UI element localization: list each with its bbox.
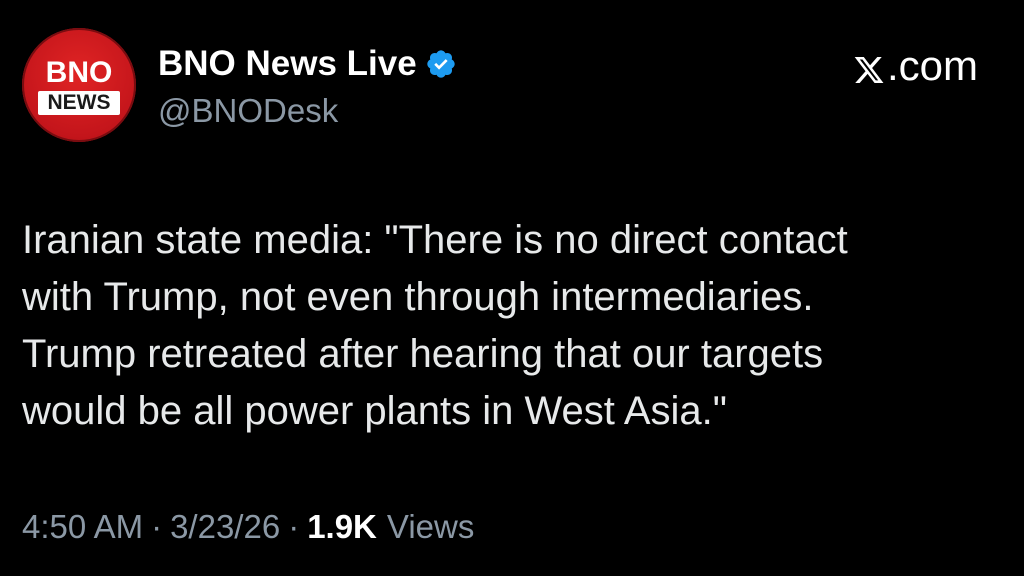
meta-separator: · [151, 508, 163, 545]
tweet-time[interactable]: 4:50 AM [22, 508, 143, 546]
brand-label: .com [886, 42, 978, 89]
display-name[interactable]: BNO News Live [158, 44, 417, 84]
x-brand-watermark: .com [853, 42, 978, 90]
tweet-text-line: Trump retreated after hearing that our t… [22, 332, 824, 376]
tweet-text: Iranian state media: "There is no direct… [22, 212, 1002, 440]
avatar-logo-news: NEWS [38, 91, 120, 115]
handle[interactable]: @BNODesk [158, 92, 338, 130]
x-logo-icon [853, 49, 885, 83]
meta-separator: · [288, 508, 300, 545]
views-label: Views [386, 508, 475, 545]
display-name-row: BNO News Live [158, 40, 457, 88]
verified-badge-icon [425, 48, 457, 80]
tweet-text-line: would be all power plants in West Asia." [22, 389, 727, 433]
tweet-text-line: Iranian state media: "There is no direct… [22, 218, 848, 262]
views-count[interactable]: 1.9K [307, 508, 377, 546]
tweet-card: BNO NEWS BNO News Live @BNODesk .com Ira… [0, 0, 1024, 576]
tweet-date[interactable]: 3/23/26 [170, 508, 280, 546]
tweet-meta: 4:50 AM · 3/23/26 · 1.9K Views [22, 508, 474, 546]
avatar-logo-bno: BNO [45, 56, 113, 89]
avatar[interactable]: BNO NEWS [22, 28, 136, 142]
tweet-text-line: with Trump, not even through intermediar… [22, 275, 814, 319]
